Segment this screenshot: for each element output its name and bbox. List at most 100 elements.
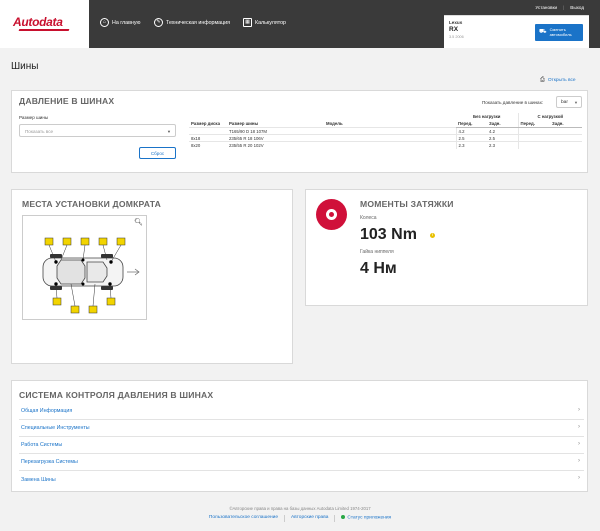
cell-unladen-front: 2.5 bbox=[455, 134, 487, 142]
col-laden: С нагрузкой bbox=[517, 113, 582, 120]
cell-laden-front bbox=[517, 134, 550, 142]
home-icon: ⌂ bbox=[100, 18, 109, 27]
col-unladen-rear: Задн. bbox=[487, 120, 518, 128]
status-dot-icon bbox=[341, 515, 346, 519]
wrench-icon: ✎ bbox=[154, 18, 163, 27]
table-row: T165/90 D 18 107M 4.2 4.2 bbox=[189, 127, 582, 135]
jacking-points-panel: МЕСТА УСТАНОВКИ ДОМКРАТА 🔍︎ bbox=[11, 189, 293, 364]
vehicle-card: Lexus RX 3.5 2006 ⛟ Сменить автомобиль bbox=[444, 15, 589, 48]
front-arrow bbox=[127, 268, 140, 276]
tyre-size-placeholder: Показать все bbox=[25, 129, 54, 134]
torque-title: МОМЕНТЫ ЗАТЯЖКИ bbox=[360, 199, 454, 209]
col-rim-size: Размер диска bbox=[191, 121, 220, 126]
tyre-pressure-table: Размер диска Размер шины Модель Без нагр… bbox=[189, 113, 582, 149]
tpms-item-system-operation[interactable]: Работа Системы › bbox=[19, 437, 584, 454]
user-agreement-link[interactable]: Пользовательское соглашение bbox=[203, 515, 284, 522]
col-laden-front: Перед. bbox=[517, 120, 550, 128]
tyre-size-select[interactable]: Показать все ▼ bbox=[19, 124, 176, 137]
tpms-panel: СИСТЕМА КОНТРОЛЯ ДАВЛЕНИЯ В ШИНАХ Общая … bbox=[11, 380, 588, 492]
app-status-link[interactable]: Статус приложения bbox=[335, 515, 397, 522]
cell-unladen-front: 2.3 bbox=[455, 141, 487, 149]
zoom-icon[interactable]: 🔍︎ bbox=[134, 218, 143, 226]
cell-laden-front bbox=[517, 141, 550, 149]
cell-rim: 8x20 bbox=[189, 141, 227, 149]
tyre-pressure-panel: ДАВЛЕНИЕ В ШИНАХ Показать давление в шин… bbox=[11, 90, 588, 173]
tyre-pressure-title: ДАВЛЕНИЕ В ШИНАХ bbox=[19, 96, 115, 106]
nav-home-label: На главную bbox=[112, 19, 141, 26]
car-icon: ⛟ bbox=[539, 29, 547, 36]
cell-unladen-rear: 4.2 bbox=[487, 127, 518, 135]
vehicle-make: Lexus bbox=[449, 20, 463, 25]
chevron-down-icon: ▼ bbox=[167, 129, 171, 134]
wheel-nut-icon bbox=[316, 199, 347, 230]
col-model: Модель bbox=[326, 121, 343, 126]
car-jacking-diagram bbox=[42, 237, 140, 314]
print-open-all-link[interactable]: ⎙ Открыть все bbox=[540, 77, 576, 84]
nav-home[interactable]: ⌂ На главную bbox=[100, 18, 140, 27]
jacking-points-title: МЕСТА УСТАНОВКИ ДОМКРАТА bbox=[22, 199, 162, 209]
chevron-right-icon: › bbox=[578, 475, 580, 481]
copyright-link[interactable]: Авторские права bbox=[285, 515, 334, 522]
nav-calculator[interactable]: ▦ Калькулятор bbox=[243, 18, 286, 27]
print-icon: ⎙ bbox=[540, 77, 545, 83]
tpms-item-label: Замена Шины bbox=[21, 476, 56, 483]
app-status-label: Статус приложения bbox=[347, 515, 392, 521]
tpms-item-general-info[interactable]: Общая Информация › bbox=[19, 403, 584, 420]
change-vehicle-label: Сменить автомобиль bbox=[549, 26, 572, 37]
chevron-right-icon: › bbox=[578, 407, 580, 413]
tpms-title: СИСТЕМА КОНТРОЛЯ ДАВЛЕНИЯ В ШИНАХ bbox=[19, 390, 214, 400]
page-title: Шины bbox=[11, 61, 39, 72]
pressure-unit-select[interactable]: bar ▼ bbox=[556, 96, 582, 108]
wheel-torque-value: 103 Nm bbox=[360, 226, 417, 243]
vehicle-variant: 3.5 2006 bbox=[449, 35, 464, 39]
tpms-item-label: Специальные Инструменты bbox=[21, 425, 90, 431]
nav-calculator-label: Калькулятор bbox=[255, 19, 287, 26]
tpms-item-system-reset[interactable]: Перезагрузка Системы › bbox=[19, 454, 584, 471]
jacking-diagram[interactable]: 🔍︎ bbox=[22, 215, 147, 320]
footer-links: Пользовательское соглашение Авторские пр… bbox=[0, 515, 600, 522]
chevron-right-icon: › bbox=[578, 424, 580, 430]
tpms-item-tyre-replacement[interactable]: Замена Шины › bbox=[19, 471, 584, 488]
show-pressure-label: Показать давление в шинах: bbox=[482, 100, 544, 105]
info-icon[interactable]: ! bbox=[430, 233, 435, 238]
col-laden-rear: Задн. bbox=[550, 120, 582, 128]
cell-rim: 8x18 bbox=[189, 134, 227, 142]
cell-tyre: 235/65 R 18 106V bbox=[227, 134, 324, 142]
reset-button[interactable]: Сброс bbox=[139, 147, 176, 159]
nav-technical-info[interactable]: ✎ Техническая информация bbox=[154, 18, 230, 27]
cell-laden-rear bbox=[550, 141, 582, 149]
top-header: Autodata ⌂ На главную ✎ Техническая инфо… bbox=[0, 0, 600, 48]
footer-copyright: ©Авторские права и права на базы данных … bbox=[229, 506, 371, 511]
chevron-right-icon: › bbox=[578, 441, 580, 447]
valve-nut-value: 4 Нм bbox=[360, 260, 397, 277]
cell-model bbox=[324, 141, 456, 149]
cell-laden-rear bbox=[550, 127, 582, 135]
tpms-item-special-tools[interactable]: Специальные Инструменты › bbox=[19, 420, 584, 437]
autodata-logo: Autodata bbox=[13, 15, 63, 29]
cell-laden-rear bbox=[550, 134, 582, 142]
logout-link[interactable]: Выход bbox=[564, 5, 590, 10]
table-row: 8x20 235/55 R 20 102V 2.3 2.3 bbox=[189, 141, 582, 149]
tpms-item-label: Перезагрузка Системы bbox=[21, 459, 78, 465]
cell-laden-front bbox=[517, 127, 550, 135]
valve-nut-label: Гайка ниппеля bbox=[360, 249, 394, 255]
tyre-size-label: Размер шины bbox=[19, 115, 49, 120]
tpms-item-label: Общая Информация bbox=[21, 408, 73, 414]
col-unladen: Без нагрузки bbox=[473, 114, 501, 119]
chevron-right-icon: › bbox=[578, 458, 580, 464]
logo-swoosh bbox=[18, 29, 70, 31]
change-vehicle-button[interactable]: ⛟ Сменить автомобиль bbox=[535, 24, 583, 41]
cell-rim bbox=[189, 127, 227, 135]
cell-unladen-rear: 2.3 bbox=[487, 141, 518, 149]
col-unladen-front: Перед. bbox=[456, 120, 487, 128]
logo-area[interactable]: Autodata bbox=[0, 0, 89, 48]
top-links: Установки | Выход bbox=[529, 5, 590, 10]
table-row: 8x18 235/65 R 18 106V 2.5 2.5 bbox=[189, 134, 582, 142]
settings-link[interactable]: Установки bbox=[529, 5, 563, 10]
cell-tyre: 235/55 R 20 102V bbox=[227, 141, 324, 149]
cell-model bbox=[324, 127, 456, 135]
open-all-label: Открыть все bbox=[547, 78, 576, 83]
cell-model bbox=[324, 134, 456, 142]
cell-unladen-rear: 2.5 bbox=[487, 134, 518, 142]
vehicle-model: RX bbox=[449, 26, 459, 33]
